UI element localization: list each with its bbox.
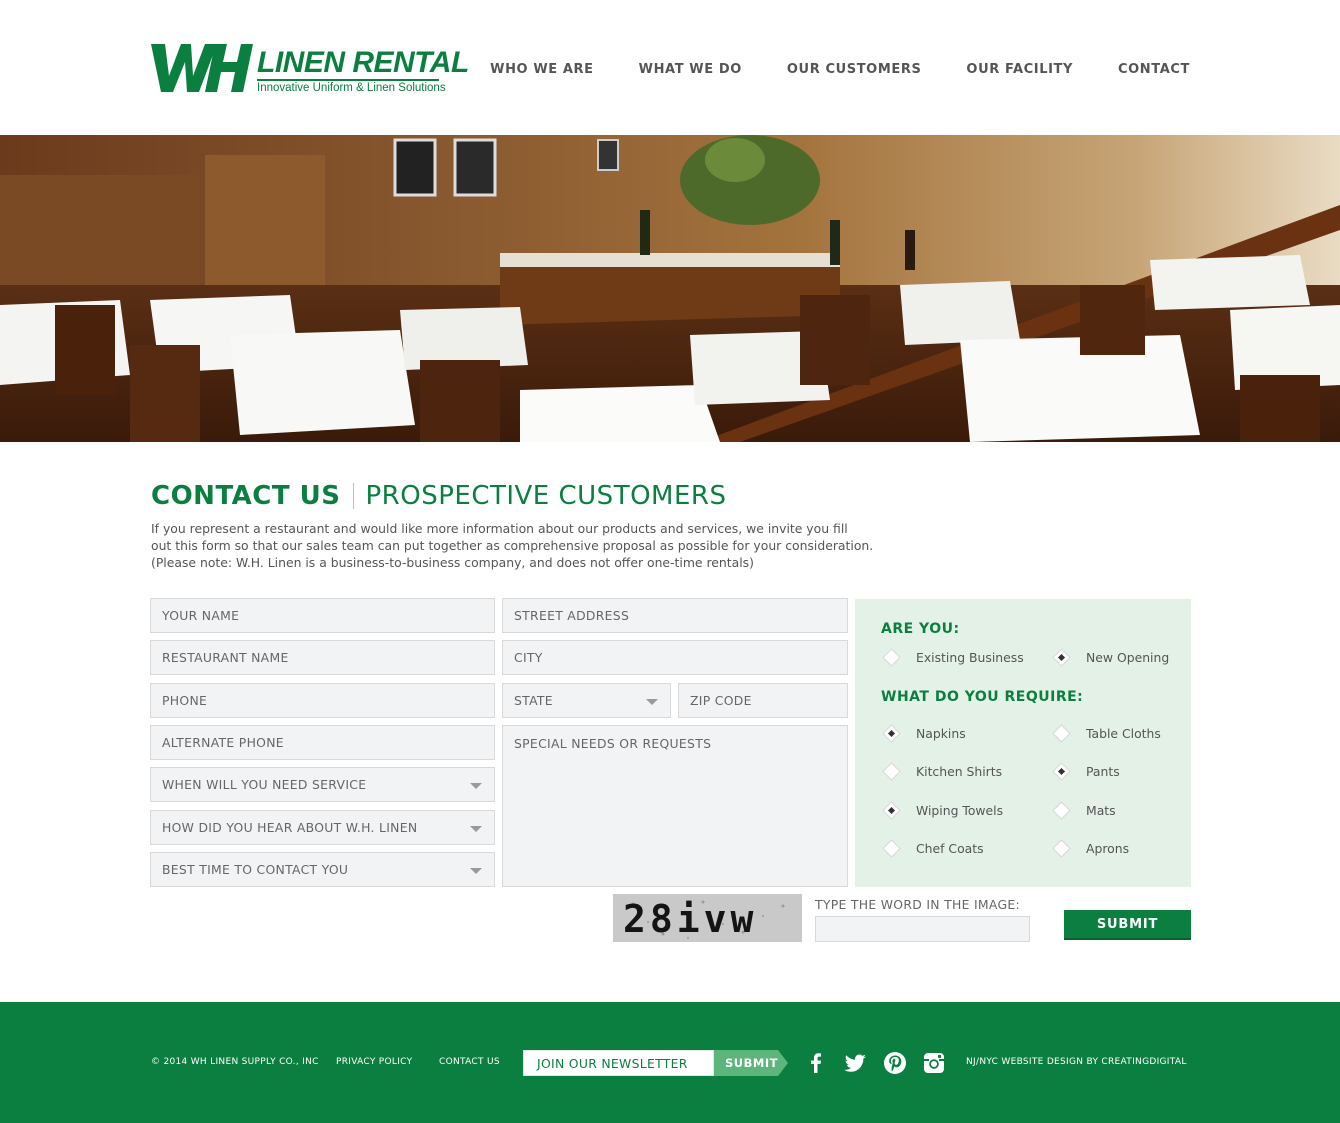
special-requests-textarea[interactable]: SPECIAL NEEDS OR REQUESTS [502,725,848,887]
option-pants[interactable]: Pants [1051,762,1120,781]
checkbox-icon[interactable] [1052,839,1071,858]
newsletter-submit-button[interactable]: SUBMIT [714,1050,788,1076]
captcha-image: 28ivw [613,894,802,942]
intro-line: If you represent a restaurant and would … [151,521,848,536]
option-label: Existing Business [916,650,1024,665]
checkbox-icon[interactable] [882,762,901,781]
checkbox-icon[interactable] [882,724,901,743]
referral-source-select[interactable]: HOW DID YOU HEAR ABOUT W.H. LINEN [150,810,495,845]
option-table-cloths[interactable]: Table Cloths [1051,724,1161,743]
captcha-text: 28ivw [623,897,757,941]
site-header: LINEN RENTAL Innovative Uniform & Linen … [0,0,1340,135]
page-subtitle: PROSPECTIVE CUSTOMERS [365,481,727,511]
captcha-label: TYPE THE WORD IN THE IMAGE: [815,897,1020,912]
option-aprons[interactable]: Aprons [1051,839,1130,858]
nav-what-we-do[interactable]: WHAT WE DO [639,62,742,77]
intro-line: out this form so that our sales team can… [151,538,874,553]
restaurant-name-field[interactable]: RESTAURANT NAME [150,640,495,675]
option-label: Kitchen Shirts [916,764,1003,779]
nav-our-facility[interactable]: OUR FACILITY [966,62,1073,77]
option-label: Chef Coats [916,841,984,856]
pinterest-icon[interactable] [883,1051,907,1075]
footer-contact-link[interactable]: CONTACT US [439,1057,500,1067]
option-kitchen-shirts[interactable]: Kitchen Shirts [881,762,1003,781]
option-label: Aprons [1086,841,1130,856]
option-mats[interactable]: Mats [1051,801,1116,820]
city-field[interactable]: CITY [502,640,848,675]
hero-restaurant-image [0,135,1340,442]
wh-logo-mark-icon [151,44,253,92]
brand-rule [257,79,439,81]
nav-our-customers[interactable]: OUR CUSTOMERS [787,62,922,77]
footer-design-credit[interactable]: NJ/NYC WEBSITE DESIGN BY CREATINGDIGITAL [966,1057,1187,1067]
intro-line: (Please note: W.H. Linen is a business-t… [151,555,754,570]
zip-code-field[interactable]: ZIP CODE [678,683,848,718]
option-label: Wiping Towels [916,803,1004,818]
your-name-field[interactable]: YOUR NAME [150,598,495,633]
option-label: Pants [1086,764,1120,779]
footer-copyright: © 2014 WH LINEN SUPPLY CO., INC [151,1057,319,1067]
option-label: Mats [1086,803,1116,818]
best-contact-time-select[interactable]: BEST TIME TO CONTACT YOU [150,852,495,887]
option-label: Napkins [916,726,966,741]
checkbox-icon[interactable] [1052,801,1071,820]
checkbox-icon[interactable] [882,839,901,858]
instagram-icon[interactable] [922,1051,946,1075]
brand-tagline: Innovative Uniform & Linen Solutions [257,82,446,94]
service-time-select[interactable]: WHEN WILL YOU NEED SERVICE [150,767,495,802]
nav-who-we-are[interactable]: WHO WE ARE [490,62,594,77]
twitter-icon[interactable] [843,1051,867,1075]
facebook-icon[interactable] [804,1051,828,1075]
phone-field[interactable]: PHONE [150,683,495,718]
alternate-phone-field[interactable]: ALTERNATE PHONE [150,725,495,760]
option-wiping-towels[interactable]: Wiping Towels [881,801,1004,820]
title-divider [352,483,354,509]
checkbox-icon[interactable] [1052,762,1071,781]
nav-contact[interactable]: CONTACT [1118,62,1190,77]
footer-privacy-link[interactable]: PRIVACY POLICY [336,1057,412,1067]
checkbox-icon[interactable] [882,801,901,820]
checkbox-icon[interactable] [1052,724,1071,743]
state-select[interactable]: STATE [502,683,671,718]
option-label: New Opening [1086,650,1170,665]
submit-button[interactable]: SUBMIT [1064,910,1191,940]
main-nav: WHO WE ARE WHAT WE DO OUR CUSTOMERS OUR … [490,62,1190,77]
option-napkins[interactable]: Napkins [881,724,966,743]
option-existing-business[interactable]: Existing Business [881,648,1024,667]
newsletter-input[interactable]: JOIN OUR NEWSLETTER [523,1050,714,1076]
checkbox-icon[interactable] [1052,648,1071,667]
captcha-input[interactable] [815,916,1030,942]
option-new-opening[interactable]: New Opening [1051,648,1170,667]
require-heading: WHAT DO YOU REQUIRE: [881,689,1084,705]
are-you-heading: ARE YOU: [881,621,960,637]
checkbox-icon[interactable] [882,648,901,667]
option-label: Table Cloths [1086,726,1161,741]
logo[interactable]: LINEN RENTAL Innovative Uniform & Linen … [151,40,469,100]
newsletter-submit-label: SUBMIT [725,1056,778,1070]
options-panel: ARE YOU: Existing Business New Opening W… [855,599,1191,887]
intro-text: If you represent a restaurant and would … [151,520,911,571]
brand-name: LINEN RENTAL [257,46,469,79]
street-address-field[interactable]: STREET ADDRESS [502,598,848,633]
page-title: CONTACT US PROSPECTIVE CUSTOMERS [151,480,726,512]
option-chef-coats[interactable]: Chef Coats [881,839,984,858]
page-title-main: CONTACT US [151,481,341,511]
